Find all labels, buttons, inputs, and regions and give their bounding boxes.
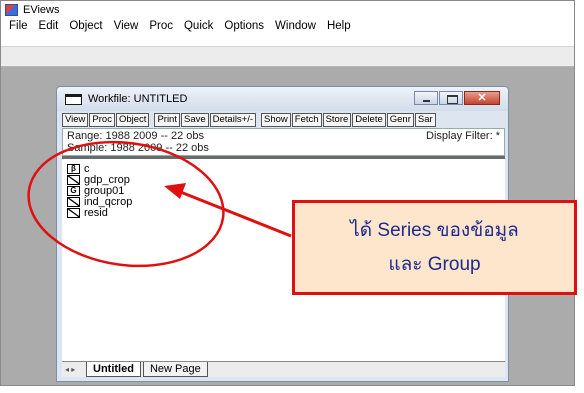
menu-quick[interactable]: Quick xyxy=(180,20,220,32)
menu-view[interactable]: View xyxy=(110,20,146,32)
annotation-callout: ได้ Series ของข้อมูล และ Group xyxy=(292,200,577,295)
sample-button[interactable]: Sar xyxy=(414,113,436,127)
workfile-title: Workfile: UNTITLED xyxy=(88,93,188,105)
menu-edit[interactable]: Edit xyxy=(35,20,66,32)
workfile-toolbar: View Proc Object Print Save Details+/- S… xyxy=(62,113,505,127)
menu-options[interactable]: Options xyxy=(220,20,271,32)
callout-line-2: และ Group xyxy=(388,253,481,275)
callout-line-1: ได้ Series ของข้อมูล xyxy=(350,219,519,241)
menu-help[interactable]: Help xyxy=(323,20,358,32)
tab-untitled[interactable]: Untitled xyxy=(86,362,141,377)
menu-object[interactable]: Object xyxy=(65,20,109,32)
series-icon xyxy=(67,196,80,207)
menu-window[interactable]: Window xyxy=(271,20,323,32)
view-button[interactable]: View xyxy=(62,113,89,127)
app-title: EViews xyxy=(23,3,60,16)
genr-button[interactable]: Genr xyxy=(386,113,414,127)
print-button[interactable]: Print xyxy=(154,113,180,127)
sample-text[interactable]: Sample: 1988 2009 -- 22 obs xyxy=(67,142,209,155)
workfile-title-bar[interactable]: Workfile: UNTITLED xyxy=(57,87,508,111)
list-item[interactable]: G group01 xyxy=(67,185,124,197)
eviews-app-icon xyxy=(5,3,18,16)
app-title-bar: EViews xyxy=(1,1,574,18)
series-icon xyxy=(67,207,80,218)
command-window-strip[interactable] xyxy=(1,46,574,67)
proc-button[interactable]: Proc xyxy=(89,113,115,127)
delete-button[interactable]: Delete xyxy=(352,113,386,127)
eviews-window: EViews File Edit Object View Proc Quick … xyxy=(0,0,575,386)
list-item[interactable]: ind_qcrop xyxy=(67,196,132,208)
display-filter[interactable]: Display Filter: * xyxy=(426,130,500,143)
show-button[interactable]: Show xyxy=(261,113,291,127)
list-item[interactable]: gdp_crop xyxy=(67,174,130,186)
menu-proc[interactable]: Proc xyxy=(145,20,180,32)
details-button[interactable]: Details+/- xyxy=(209,113,257,127)
menu-bar: File Edit Object View Proc Quick Options… xyxy=(1,18,574,46)
object-name: resid xyxy=(84,206,108,219)
save-button[interactable]: Save xyxy=(180,113,209,127)
store-button[interactable]: Store xyxy=(322,113,352,127)
group-icon: G xyxy=(67,185,80,196)
coef-icon: β xyxy=(67,163,80,174)
fetch-button[interactable]: Fetch xyxy=(291,113,322,127)
list-item[interactable]: resid xyxy=(67,206,108,219)
tab-new-page[interactable]: New Page xyxy=(142,362,208,377)
series-icon xyxy=(67,174,80,185)
minimize-icon[interactable] xyxy=(414,91,438,105)
workfile-window-icon xyxy=(65,93,82,105)
page-tabs: ◂ ▸ Untitled New Page xyxy=(62,361,505,377)
menu-file[interactable]: File xyxy=(5,20,35,32)
tab-scroll-arrows[interactable]: ◂ ▸ xyxy=(62,362,86,374)
workfile-info-panel: Range: 1988 2009 -- 22 obs Sample: 1988 … xyxy=(62,128,505,156)
list-item[interactable]: β c xyxy=(67,163,90,175)
object-button[interactable]: Object xyxy=(115,113,150,127)
close-icon[interactable] xyxy=(464,91,500,105)
window-controls xyxy=(413,91,500,105)
maximize-icon[interactable] xyxy=(439,91,463,105)
